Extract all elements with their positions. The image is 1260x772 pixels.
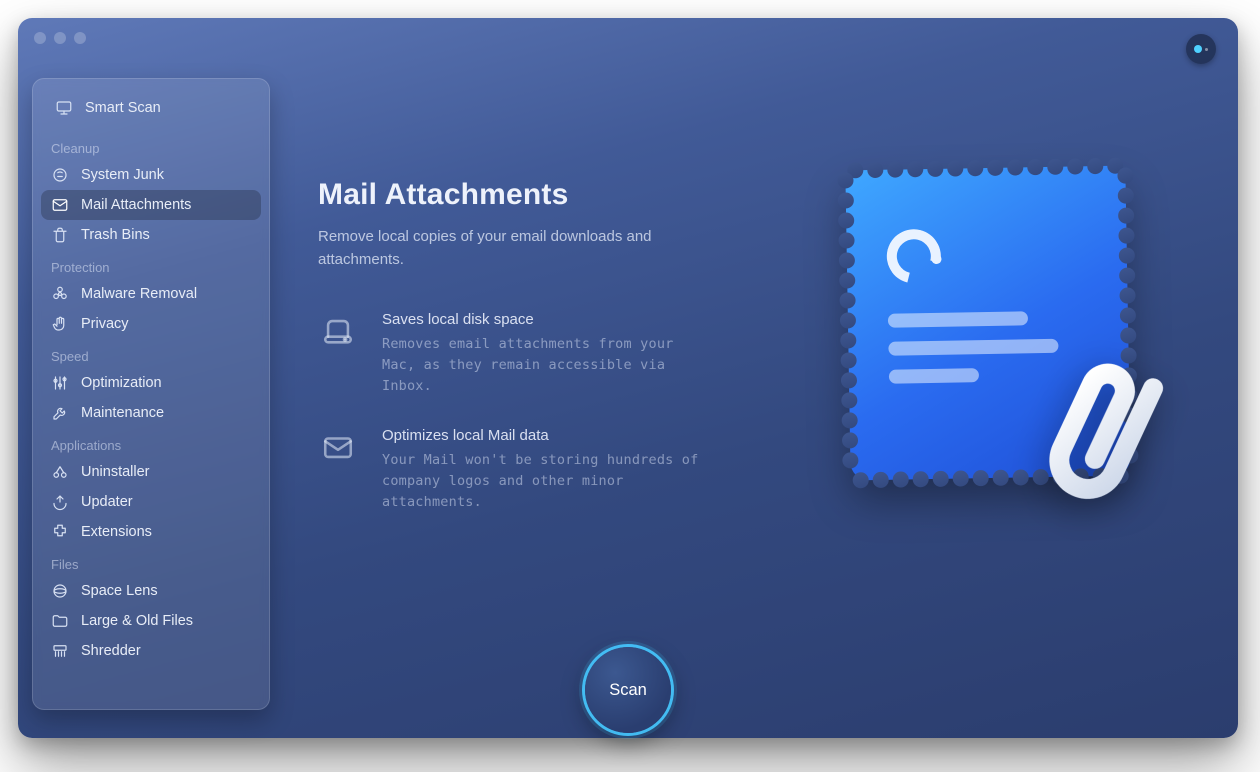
scan-button-wrap: Scan (568, 630, 688, 750)
sidebar-item-shredder[interactable]: Shredder (41, 636, 261, 666)
scan-label: Scan (609, 681, 647, 699)
sidebar-item-malware-removal[interactable]: Malware Removal (41, 279, 261, 309)
sidebar-item-smart-scan[interactable]: Smart Scan (45, 93, 257, 123)
biohazard-icon (51, 285, 69, 303)
minimize-window-dot[interactable] (54, 32, 66, 44)
feature-mail-data: Optimizes local Mail data Your Mail won'… (318, 427, 838, 513)
illustration-stamp-paperclip: /*placeholder*/ (838, 158, 1178, 518)
uninstaller-icon (51, 463, 69, 481)
sidebar-item-uninstaller[interactable]: Uninstaller (41, 457, 261, 487)
sidebar-item-space-lens[interactable]: Space Lens (41, 576, 261, 606)
sidebar-item-label: Extensions (81, 524, 152, 540)
sidebar-item-label: Malware Removal (81, 286, 197, 302)
hand-icon (51, 315, 69, 333)
app-window: Smart Scan Cleanup System Junk Mail Atta… (18, 18, 1238, 738)
junk-icon (51, 166, 69, 184)
sidebar-item-label: Trash Bins (81, 227, 150, 243)
sidebar-item-optimization[interactable]: Optimization (41, 368, 261, 398)
sidebar-item-label: Smart Scan (85, 100, 161, 116)
sidebar-item-mail-attachments[interactable]: Mail Attachments (41, 190, 261, 220)
sliders-icon (51, 374, 69, 392)
mail-icon (51, 196, 69, 214)
sidebar-item-label: Updater (81, 494, 133, 510)
trash-icon (51, 226, 69, 244)
sidebar-item-label: Privacy (81, 316, 129, 332)
sidebar-group-label: Speed (41, 339, 261, 368)
monitor-icon (55, 99, 73, 117)
page-subtitle: Remove local copies of your email downlo… (318, 226, 738, 271)
feature-disk-space: Saves local disk space Removes email att… (318, 311, 838, 397)
updater-icon (51, 493, 69, 511)
sidebar-group-label: Protection (41, 250, 261, 279)
sidebar-item-label: Optimization (81, 375, 162, 391)
zoom-window-dot[interactable] (74, 32, 86, 44)
sidebar-group-label: Files (41, 547, 261, 576)
sidebar-item-label: Large & Old Files (81, 613, 193, 629)
sidebar-item-label: Shredder (81, 643, 141, 659)
folder-icon (51, 612, 69, 630)
shredder-icon (51, 642, 69, 660)
feature-title: Saves local disk space (382, 311, 702, 328)
feature-desc: Your Mail won't be storing hundreds of c… (382, 450, 702, 513)
sidebar-item-updater[interactable]: Updater (41, 487, 261, 517)
sidebar-item-label: System Junk (81, 167, 164, 183)
sidebar-item-label: Mail Attachments (81, 197, 191, 213)
sidebar-item-label: Space Lens (81, 583, 158, 599)
feature-desc: Removes email attachments from your Mac,… (382, 334, 702, 397)
sidebar-item-label: Uninstaller (81, 464, 150, 480)
window-controls (34, 32, 86, 44)
sidebar-item-trash-bins[interactable]: Trash Bins (41, 220, 261, 250)
sidebar-item-label: Maintenance (81, 405, 164, 421)
sidebar-item-large-old-files[interactable]: Large & Old Files (41, 606, 261, 636)
sidebar-group-label: Applications (41, 428, 261, 457)
disk-icon (318, 311, 358, 351)
feature-title: Optimizes local Mail data (382, 427, 702, 444)
sidebar-group-label: Cleanup (41, 131, 261, 160)
envelope-icon (318, 427, 358, 467)
sidebar-item-system-junk[interactable]: System Junk (41, 160, 261, 190)
account-status-button[interactable] (1186, 34, 1216, 64)
scan-button[interactable]: Scan (585, 647, 671, 733)
sidebar-item-privacy[interactable]: Privacy (41, 309, 261, 339)
sidebar-item-extensions[interactable]: Extensions (41, 517, 261, 547)
extensions-icon (51, 523, 69, 541)
wrench-icon (51, 404, 69, 422)
close-window-dot[interactable] (34, 32, 46, 44)
space-lens-icon (51, 582, 69, 600)
sidebar-item-maintenance[interactable]: Maintenance (41, 398, 261, 428)
sidebar: Smart Scan Cleanup System Junk Mail Atta… (32, 78, 270, 710)
